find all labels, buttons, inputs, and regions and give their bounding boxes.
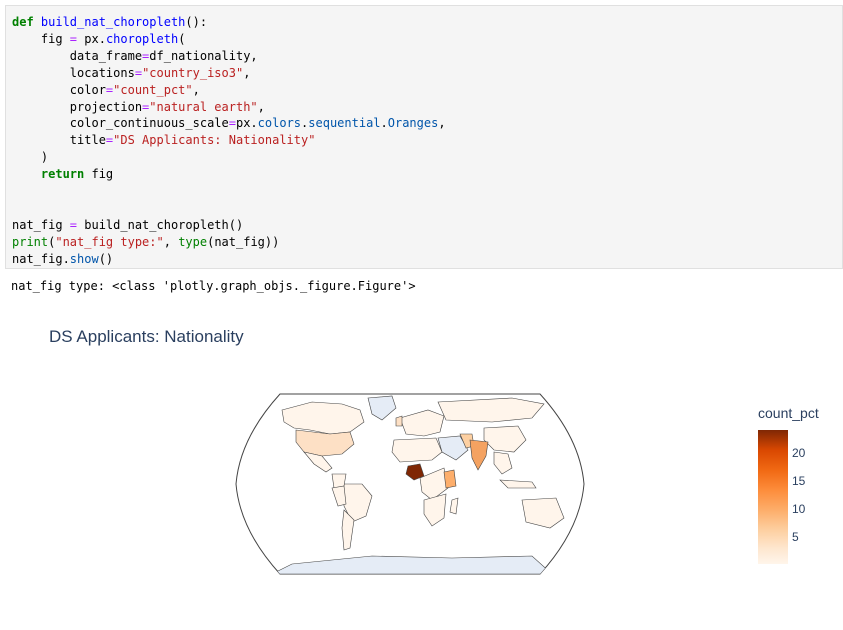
code-line: locations="country_iso3", [12,65,251,80]
code-line: data_frame=df_nationality, [12,48,258,63]
code-line: return fig [12,167,114,182]
figure-title: DS Applicants: Nationality [49,327,244,346]
code-line: ) [12,150,49,165]
colorbar-title: count_pct [758,405,819,421]
choropleth-map[interactable] [232,388,588,580]
country-uk[interactable] [395,415,403,427]
code-line: title="DS Applicants: Nationality" [12,133,316,148]
colorbar [758,430,788,564]
code-line: nat_fig.show() [12,251,114,266]
code-line: projection="natural earth", [12,99,265,114]
code-line: print("nat_fig type:", type(nat_fig)) [12,234,280,249]
country-russia[interactable] [437,397,545,423]
code-line: fig = px.choropleth( [12,31,186,46]
code-editor[interactable]: def build_nat_choropleth(): fig = px.cho… [12,14,446,268]
code-line: nat_fig = build_nat_choropleth() [12,217,244,232]
code-cell[interactable]: def build_nat_choropleth(): fig = px.cho… [5,5,843,269]
country-kenya[interactable] [443,469,457,489]
colorbar-tick: 20 [792,446,806,460]
cell-output-text: nat_fig type: <class 'plotly.graph_objs.… [11,279,416,293]
code-line: def build_nat_choropleth(): [12,15,208,29]
colorbar-tick: 15 [792,474,806,488]
code-line: color_continuous_scale=px.colors.sequent… [12,116,446,131]
code-line: color="count_pct", [12,82,200,97]
colorbar-tick: 10 [792,502,806,516]
colorbar-tick: 5 [792,530,799,544]
